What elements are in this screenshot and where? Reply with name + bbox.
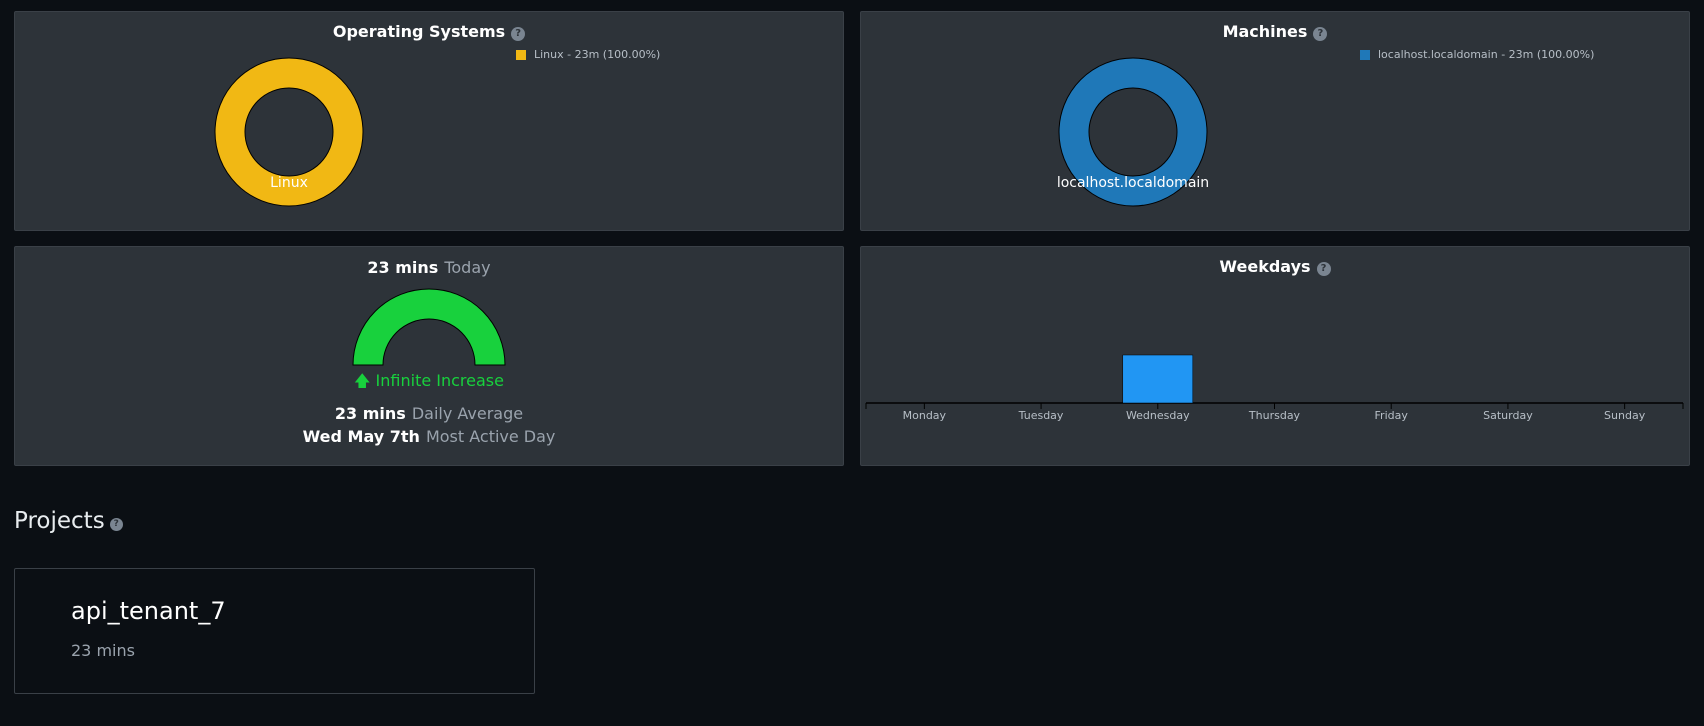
machines-donut-slice-localhost[interactable] bbox=[1059, 58, 1207, 206]
machines-slice-label: localhost.localdomain bbox=[1056, 175, 1210, 191]
x-tick-label-saturday: Saturday bbox=[1483, 409, 1533, 422]
x-tick-label-friday: Friday bbox=[1374, 409, 1408, 422]
weekdays-panel: Weekdays? Monday Tuesday Wednesday Thursday… bbox=[860, 246, 1690, 466]
daily-average-label: Daily Average bbox=[411, 404, 524, 423]
os-slice-label: Linux bbox=[270, 175, 308, 191]
machines-panel: Machines? localhost.localdomain - 23m (1… bbox=[860, 11, 1690, 231]
weekdays-bar-chart bbox=[865, 354, 1684, 409]
bar-wednesday[interactable] bbox=[1122, 354, 1194, 404]
x-tick-label-monday: Monday bbox=[902, 409, 947, 422]
x-tick-label-sunday: Sunday bbox=[1604, 409, 1646, 422]
increase-indicator: 🡅 Infinite Increase bbox=[15, 370, 843, 397]
daily-average-stat: 23 mins Daily Average bbox=[15, 404, 843, 423]
machines-donut-outline-inner bbox=[1088, 87, 1178, 177]
today-panel: 23 mins Today 🡅 Infinite Increase 23 mins… bbox=[14, 246, 844, 466]
most-active-value: Wed May 7th bbox=[302, 427, 420, 446]
today-gauge-arc bbox=[352, 288, 506, 366]
arrow-up-icon: 🡅 bbox=[354, 371, 371, 390]
daily-average-value: 23 mins bbox=[334, 404, 406, 423]
os-donut-slice-linux[interactable] bbox=[215, 58, 363, 206]
x-tick-label-thursday: Thursday bbox=[1248, 409, 1301, 422]
os-donut-chart bbox=[214, 57, 364, 207]
project-name[interactable]: api_tenant_7 bbox=[71, 597, 226, 625]
project-time: 23 mins bbox=[71, 641, 135, 660]
machines-donut-chart bbox=[1058, 57, 1208, 207]
most-active-stat: Wed May 7th Most Active Day bbox=[15, 427, 843, 446]
help-icon[interactable]: ? bbox=[109, 518, 123, 531]
x-tick-label-wednesday: Wednesday bbox=[1125, 409, 1190, 422]
x-tick-label-tuesday: Tuesday bbox=[1018, 409, 1064, 422]
project-card[interactable]: api_tenant_7 23 mins bbox=[14, 568, 535, 694]
os-donut-outline-inner bbox=[244, 87, 334, 177]
most-active-label: Most Active Day bbox=[425, 427, 556, 446]
projects-heading: Projects? bbox=[14, 508, 123, 534]
increase-text: Infinite Increase bbox=[375, 371, 504, 390]
os-panel: Operating Systems? Linux - 23m (100.00%)… bbox=[14, 11, 844, 231]
